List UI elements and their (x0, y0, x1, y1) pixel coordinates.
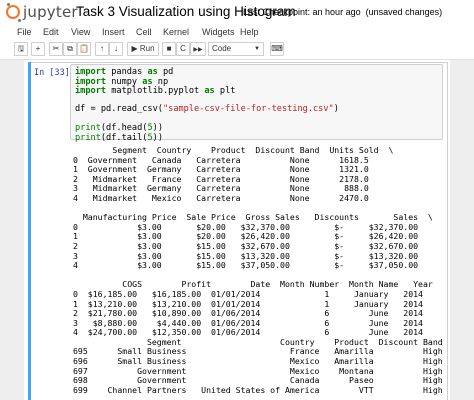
save-status: (unsaved changes) (365, 7, 443, 17)
code-token: as (204, 86, 215, 96)
plus-icon: + (35, 44, 41, 53)
keyboard-icon: ⌨ (271, 44, 283, 53)
code-token: print (75, 132, 101, 143)
code-line[interactable]: print(df.tail(5)) (75, 133, 163, 143)
cell-type-select[interactable]: Code ▼ (208, 42, 264, 56)
menu-widgets[interactable]: Widgets (202, 27, 235, 37)
chevron-down-icon: ▼ (254, 46, 260, 52)
restart-run-all-button[interactable]: ▶▶ (190, 42, 206, 56)
code-token: df = pd.read_csv( (75, 104, 163, 114)
code-token: import (75, 76, 107, 87)
interrupt-button[interactable]: ■ (162, 42, 176, 56)
code-line[interactable]: import numpy as np (75, 77, 168, 87)
cut-button[interactable]: ✂ (49, 42, 63, 56)
code-token: pd (157, 67, 174, 77)
menu-insert[interactable]: Insert (102, 27, 125, 37)
move-down-button[interactable]: ↓ (109, 42, 123, 56)
checkpoint-text: Last Checkpoint: an hour ago (243, 7, 361, 17)
code-token: plt (214, 86, 236, 96)
menu-bar: File Edit View Insert Cell Kernel Widget… (0, 24, 474, 42)
code-token: as (147, 67, 158, 77)
menu-help[interactable]: Help (240, 27, 259, 37)
code-token: import (75, 67, 107, 77)
insert-cell-button[interactable]: + (31, 42, 45, 56)
logo-moon-dot (18, 19, 21, 22)
code-token: ) (333, 104, 339, 114)
code-line[interactable]: import matplotlib.pyplot as plt (75, 86, 235, 96)
checkpoint-status: Last Checkpoint: an hour ago (unsaved ch… (243, 7, 442, 17)
jupyter-logo[interactable]: jupyter (6, 3, 78, 22)
code-line[interactable]: import pandas as pd (75, 67, 173, 77)
code-token: (df.head( (100, 123, 148, 133)
cut-icon: ✂ (52, 44, 60, 53)
logo-text: jupyter (23, 3, 78, 21)
menu-edit[interactable]: Edit (43, 27, 59, 37)
cell-output: Segment Country Product Discount Band Un… (73, 145, 443, 400)
save-icon: 🖫 (17, 44, 25, 53)
menu-view[interactable]: View (71, 27, 90, 37)
code-token: matplotlib.pyplot (106, 86, 205, 96)
stop-icon: ■ (166, 44, 172, 53)
code-token: (df.tail( (100, 132, 148, 143)
output-line: 4 Midmarket Mexico Carretera None 2470.0 (73, 192, 369, 203)
arrow-up-icon: ↑ (100, 44, 104, 53)
logo-moon-dot (7, 3, 10, 6)
output-line: 4 $3.00 $15.00 $37,050.00 $- $37,050.00 (73, 260, 419, 271)
code-token: print (75, 123, 101, 133)
menu-kernel[interactable]: Kernel (163, 27, 189, 37)
code-token: "sample-csv-file-for-testing.csv" (162, 104, 334, 114)
save-button[interactable]: 🖫 (14, 42, 28, 56)
code-token: )) (152, 123, 163, 133)
menu-file[interactable]: File (17, 27, 32, 37)
jupyter-logo-icon (6, 5, 20, 19)
run-label: Run (139, 44, 155, 53)
code-line[interactable]: print(df.head(5)) (75, 123, 163, 133)
play-icon: ▶ (131, 44, 138, 53)
code-token: as (142, 76, 153, 87)
copy-button[interactable]: ⧉ (63, 42, 77, 56)
code-token: np (152, 76, 169, 87)
menu-cell[interactable]: Cell (136, 27, 152, 37)
output-line: 699 Channel Partners United States of Am… (73, 384, 443, 395)
paste-button[interactable]: 📋 (77, 42, 91, 56)
run-button[interactable]: ▶ Run (127, 42, 159, 56)
code-token: numpy (106, 76, 143, 87)
restart-icon: C (180, 44, 186, 53)
code-token: import (75, 86, 107, 96)
code-token: )) (152, 132, 163, 143)
fast-forward-icon: ▶▶ (193, 47, 203, 53)
input-prompt: In [33]: (34, 68, 75, 78)
code-token: pandas (106, 67, 148, 77)
toolbar: 🖫 + ✂ ⧉ 📋 ↑ ↓ ▶ Run ■ C ▶▶ Code ▼ ⌨ (0, 42, 474, 58)
cell-type-value: Code (212, 44, 232, 53)
copy-icon: ⧉ (67, 44, 73, 53)
code-line[interactable]: df = pd.read_csv("sample-csv-file-for-te… (75, 104, 339, 114)
arrow-down-icon: ↓ (114, 44, 118, 53)
restart-button[interactable]: C (176, 42, 190, 56)
move-up-button[interactable]: ↑ (95, 42, 109, 56)
paste-icon: 📋 (79, 44, 89, 53)
command-palette-button[interactable]: ⌨ (270, 42, 284, 56)
notebook-header: jupyter Task 3 Visualization using Histo… (0, 0, 474, 24)
